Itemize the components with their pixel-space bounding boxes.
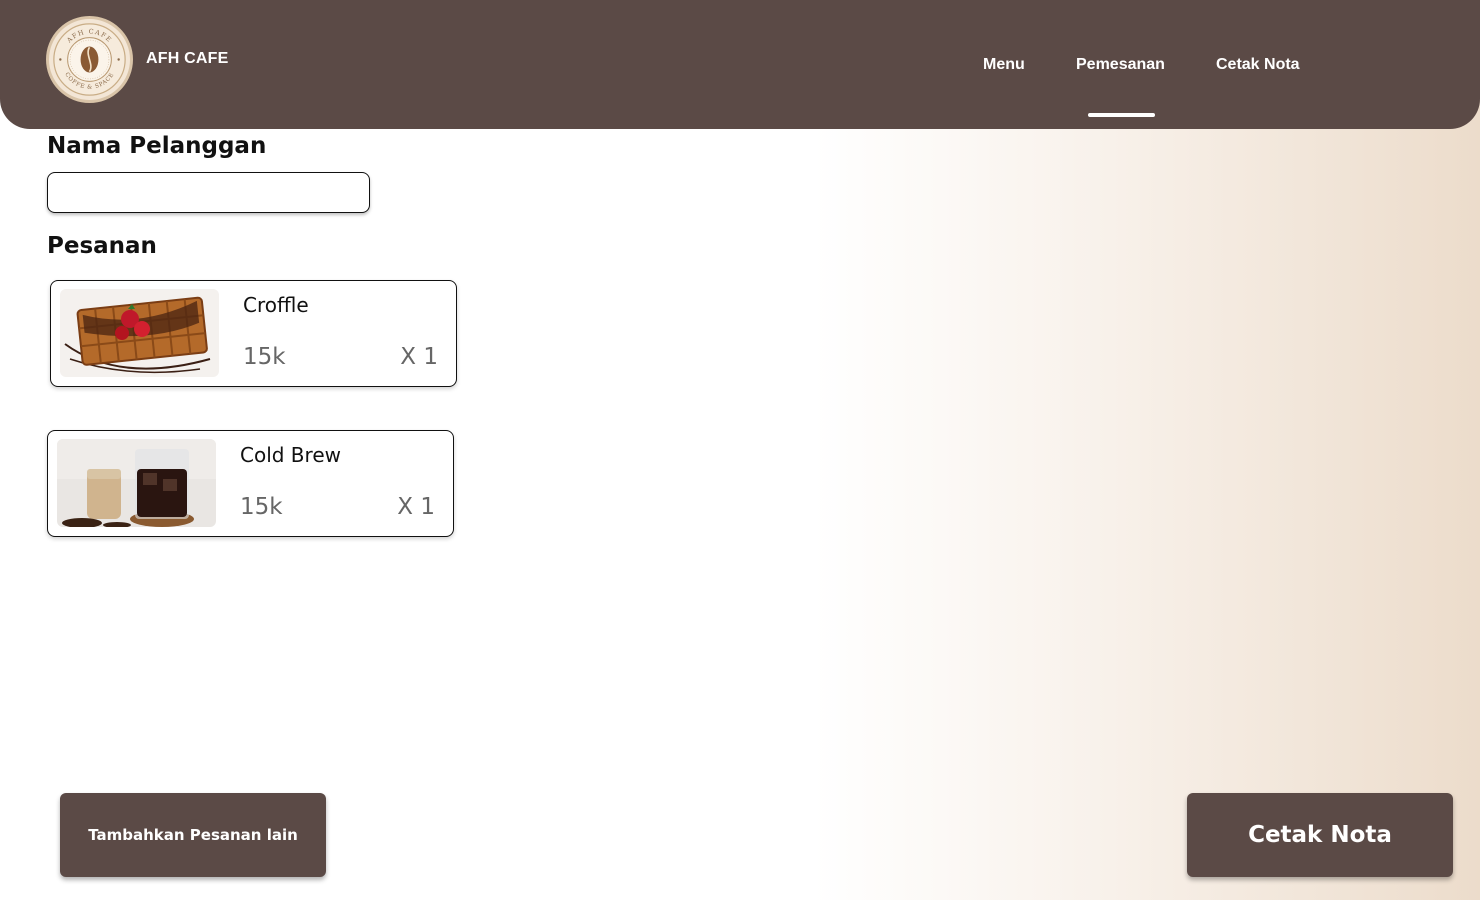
item-price: 15k (243, 344, 286, 370)
coffee-bean-icon: AFH CAFE COFFE & SPACE (53, 23, 126, 96)
cold-brew-image (57, 439, 216, 527)
item-name: Cold Brew (240, 443, 341, 467)
customer-name-input[interactable] (47, 172, 370, 213)
nav-pemesanan[interactable]: Pemesanan (1076, 56, 1165, 74)
croffle-image (60, 289, 219, 377)
top-navbar: AFH CAFE COFFE & SPACE AFH CAFE Menu Pem… (0, 0, 1480, 129)
customer-name-label: Nama Pelanggan (47, 133, 267, 159)
nav-cetak-nota[interactable]: Cetak Nota (1216, 56, 1300, 74)
item-quantity: X 1 (400, 344, 438, 370)
nav-menu[interactable]: Menu (983, 56, 1025, 74)
print-receipt-button[interactable]: Cetak Nota (1187, 793, 1453, 877)
item-name: Croffle (243, 293, 309, 317)
active-nav-indicator (1088, 113, 1155, 117)
add-more-order-button[interactable]: Tambahkan Pesanan lain (60, 793, 326, 877)
orders-label: Pesanan (47, 233, 157, 259)
cafe-logo[interactable]: AFH CAFE COFFE & SPACE (46, 16, 133, 103)
order-card-cold-brew[interactable]: Cold Brew 15k X 1 (47, 430, 454, 537)
item-price: 15k (240, 494, 283, 520)
order-card-croffle[interactable]: Croffle 15k X 1 (50, 280, 457, 387)
item-quantity: X 1 (397, 494, 435, 520)
brand-name: AFH CAFE (146, 50, 229, 67)
